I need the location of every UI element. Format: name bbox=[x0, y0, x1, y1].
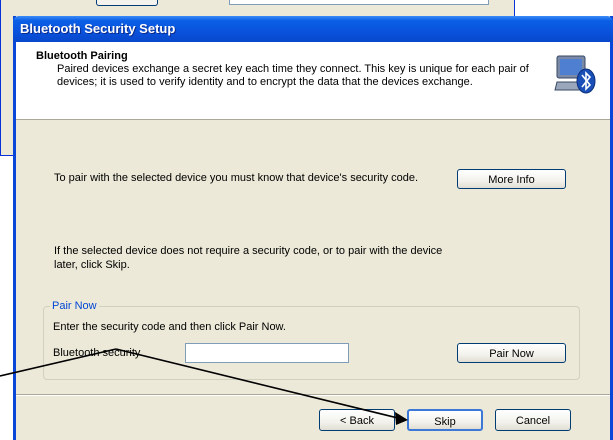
bluetooth-security-setup-dialog: Bluetooth Security Setup Bluetooth Pairi… bbox=[13, 16, 613, 440]
pair-now-label: Pair Now bbox=[489, 348, 534, 360]
dialog-title: Bluetooth Security Setup bbox=[20, 21, 176, 36]
cancel-label: Cancel bbox=[515, 415, 551, 427]
back-label: < Back bbox=[340, 415, 374, 427]
pair-now-group-legend: Pair Now bbox=[50, 300, 99, 312]
back-button[interactable]: < Back bbox=[319, 409, 395, 431]
pair-now-instruction: Enter the security code and then click P… bbox=[53, 321, 286, 333]
cancel-button[interactable]: Cancel bbox=[495, 409, 571, 431]
skip-button[interactable]: Skip bbox=[407, 409, 483, 431]
security-code-label: Bluetooth security bbox=[53, 347, 141, 359]
title-bar[interactable]: Bluetooth Security Setup bbox=[13, 16, 613, 42]
bluetooth-computer-icon bbox=[554, 55, 596, 94]
wizard-header: Bluetooth Pairing Paired devices exchang… bbox=[16, 42, 610, 120]
skip-instructions-text: If the selected device does not require … bbox=[54, 245, 443, 271]
pair-instructions-text: To pair with the selected device you mus… bbox=[54, 172, 419, 184]
more-info-label: More Info bbox=[488, 174, 535, 186]
more-info-button[interactable]: More Info bbox=[457, 169, 566, 189]
security-code-input[interactable] bbox=[185, 343, 349, 363]
skip-label: Skip bbox=[434, 416, 456, 428]
header-description: Paired devices exchange a secret key eac… bbox=[57, 63, 529, 88]
background-window-button[interactable] bbox=[96, 0, 158, 6]
footer-separator bbox=[16, 394, 610, 396]
background-window-field[interactable] bbox=[229, 0, 489, 5]
header-title: Bluetooth Pairing bbox=[36, 50, 128, 62]
pair-now-button[interactable]: Pair Now bbox=[457, 343, 566, 363]
